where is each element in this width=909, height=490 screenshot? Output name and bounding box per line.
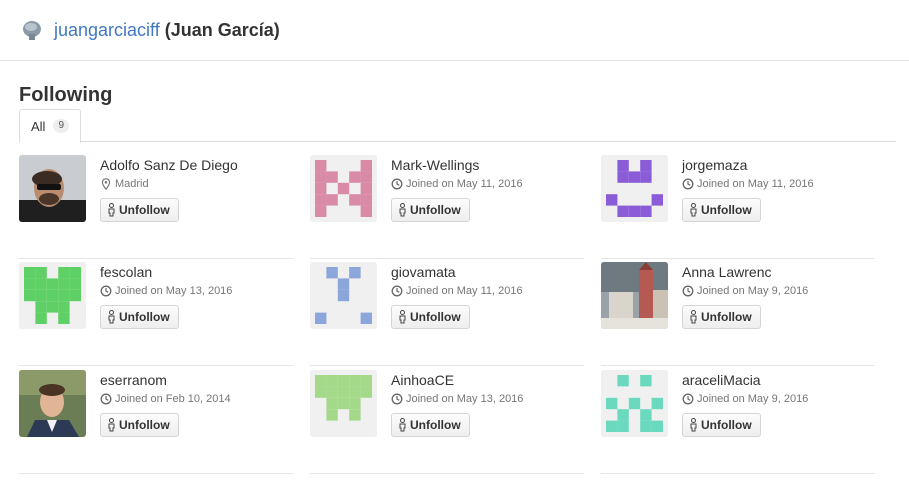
user-meta: Joined on May 11, 2016 (682, 177, 814, 191)
user-card: araceliMacia Joined on May 9, 2016 Unfol… (601, 370, 875, 474)
user-card: fescolan Joined on May 13, 2016 Unfollow (19, 262, 293, 366)
button-label: Unfollow (410, 203, 461, 217)
username-link[interactable]: AinhoaCE (391, 371, 523, 389)
user-meta: Madrid (100, 177, 238, 191)
username-link[interactable]: Anna Lawrenc (682, 263, 808, 281)
page-title: Following (19, 84, 113, 106)
tab-all[interactable]: All 9 (19, 109, 82, 143)
clock-icon (100, 285, 112, 297)
user-avatar[interactable] (601, 370, 668, 437)
tab-counter: 9 (53, 119, 70, 133)
user-login-link[interactable]: juangarciaciff (54, 20, 160, 40)
unfollow-button[interactable]: Unfollow (391, 413, 470, 437)
meta-text: Joined on May 13, 2016 (115, 285, 233, 297)
user-card: jorgemaza Joined on May 11, 2016 Unfollo… (601, 155, 875, 259)
unfollow-button[interactable]: Unfollow (682, 198, 761, 222)
button-label: Unfollow (701, 203, 752, 217)
user-avatar[interactable] (601, 262, 668, 329)
unfollow-button[interactable]: Unfollow (391, 305, 470, 329)
username-link[interactable]: giovamata (391, 263, 523, 281)
location-icon (100, 178, 112, 191)
user-card: Mark-Wellings Joined on May 11, 2016 Unf… (310, 155, 584, 259)
user-meta: Joined on May 11, 2016 (391, 177, 523, 191)
username-link[interactable]: eserranom (100, 371, 231, 389)
clock-icon (682, 178, 694, 190)
username-link[interactable]: araceliMacia (682, 371, 808, 389)
button-label: Unfollow (701, 310, 752, 324)
user-full-name: (Juan García) (164, 19, 280, 40)
user-avatar[interactable] (19, 155, 86, 222)
clock-icon (682, 285, 694, 297)
user-meta: Joined on May 9, 2016 (682, 392, 808, 406)
person-icon (689, 418, 698, 432)
user-meta: Joined on May 13, 2016 (391, 392, 523, 406)
clock-icon (391, 285, 403, 297)
clock-icon (391, 393, 403, 405)
person-icon (398, 203, 407, 217)
button-label: Unfollow (701, 418, 752, 432)
button-label: Unfollow (119, 418, 170, 432)
tab-bar: All 9 (19, 109, 896, 143)
meta-text: Joined on May 9, 2016 (697, 285, 809, 297)
meta-text: Joined on May 11, 2016 (697, 178, 814, 190)
profile-header: juangarciaciff (Juan García) (0, 0, 909, 61)
user-meta: Joined on May 9, 2016 (682, 284, 808, 298)
following-list: Adolfo Sanz De Diego Madrid Unfollow Mar… (19, 155, 896, 490)
user-avatar[interactable] (20, 18, 44, 42)
meta-text: Madrid (115, 178, 149, 190)
user-card: Anna Lawrenc Joined on May 9, 2016 Unfol… (601, 262, 875, 366)
meta-text: Joined on Feb 10, 2014 (115, 393, 231, 405)
unfollow-button[interactable]: Unfollow (391, 198, 470, 222)
user-avatar[interactable] (310, 370, 377, 437)
clock-icon (391, 178, 403, 190)
unfollow-button[interactable]: Unfollow (100, 305, 179, 329)
username-link[interactable]: fescolan (100, 263, 232, 281)
profile-title: juangarciaciff (Juan García) (54, 20, 280, 41)
user-card: AinhoaCE Joined on May 13, 2016 Unfollow (310, 370, 584, 474)
username-link[interactable]: jorgemaza (682, 156, 814, 174)
unfollow-button[interactable]: Unfollow (682, 305, 761, 329)
user-meta: Joined on May 11, 2016 (391, 284, 523, 298)
user-avatar[interactable] (310, 155, 377, 222)
button-label: Unfollow (119, 310, 170, 324)
unfollow-button[interactable]: Unfollow (100, 198, 179, 222)
person-icon (107, 203, 116, 217)
meta-text: Joined on May 11, 2016 (406, 178, 523, 190)
button-label: Unfollow (410, 418, 461, 432)
person-icon (398, 418, 407, 432)
user-meta: Joined on Feb 10, 2014 (100, 392, 231, 406)
username-link[interactable]: Adolfo Sanz De Diego (100, 156, 238, 174)
meta-text: Joined on May 13, 2016 (406, 393, 524, 405)
user-avatar[interactable] (310, 262, 377, 329)
user-avatar[interactable] (601, 155, 668, 222)
user-card: eserranom Joined on Feb 10, 2014 Unfollo… (19, 370, 293, 474)
tab-label: All (31, 118, 46, 134)
button-label: Unfollow (119, 203, 170, 217)
unfollow-button[interactable]: Unfollow (682, 413, 761, 437)
person-icon (398, 310, 407, 324)
user-avatar[interactable] (19, 370, 86, 437)
clock-icon (682, 393, 694, 405)
person-icon (689, 203, 698, 217)
clock-icon (100, 393, 112, 405)
username-link[interactable]: Mark-Wellings (391, 156, 523, 174)
button-label: Unfollow (410, 310, 461, 324)
user-meta: Joined on May 13, 2016 (100, 284, 232, 298)
user-avatar[interactable] (19, 262, 86, 329)
meta-text: Joined on May 11, 2016 (406, 285, 523, 297)
meta-text: Joined on May 9, 2016 (697, 393, 809, 405)
person-icon (689, 310, 698, 324)
user-card: giovamata Joined on May 11, 2016 Unfollo… (310, 262, 584, 366)
person-icon (107, 310, 116, 324)
unfollow-button[interactable]: Unfollow (100, 413, 179, 437)
user-card: Adolfo Sanz De Diego Madrid Unfollow (19, 155, 293, 259)
person-icon (107, 418, 116, 432)
